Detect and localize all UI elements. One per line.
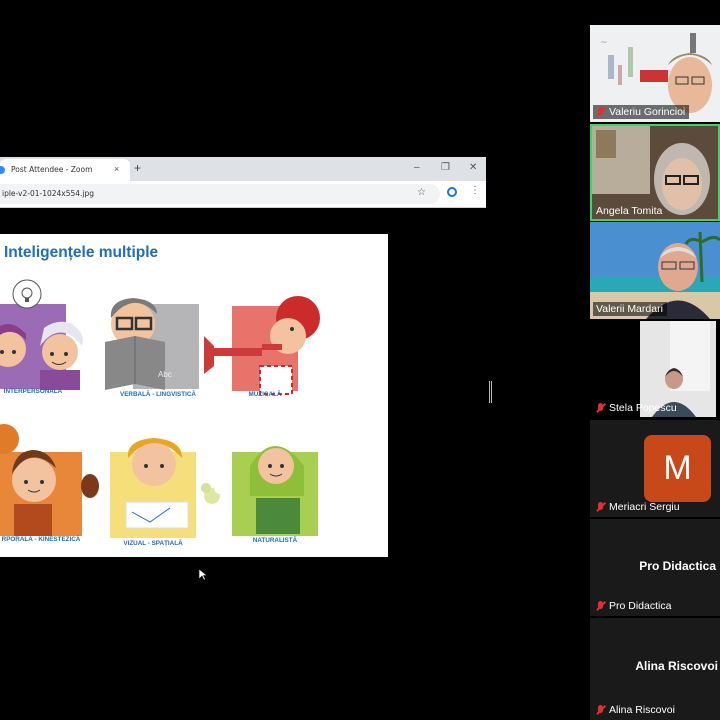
restore-button[interactable]: ❐	[441, 162, 450, 173]
panel-verbal: Abc VERBALĂ - LINGVISTICĂ	[105, 292, 205, 400]
caption-naturalist: NATURALISTĂ	[252, 537, 298, 544]
participant-tile-valerii[interactable]: Valerii Mardari	[590, 222, 720, 319]
book-label: Abc	[158, 370, 172, 379]
panel-naturalist: NATURALISTĂ	[200, 426, 330, 548]
participant-name: Stela Popescu	[609, 402, 677, 414]
shared-browser-window: Post Attendee - Zoom × + – ❐ ✕ iple-v2-0…	[0, 157, 486, 208]
participant-tile-valeriu[interactable]: ~ Valeriu Gorincioi	[590, 25, 720, 122]
panel-musical: MUZICALĂ	[200, 296, 330, 400]
participant-name-tag: Pro Didactica	[593, 599, 675, 613]
interpersonal-illustration	[0, 279, 83, 390]
caption-interpersonal: INTERPERSONALĂ	[3, 388, 63, 395]
zoom-favicon-icon	[0, 166, 5, 174]
shared-slide-image: Inteligențele multiple INTERPERSONALĂ Ab…	[0, 234, 388, 557]
resize-handle[interactable]	[489, 381, 492, 403]
participant-name: Pro Didactica	[609, 600, 672, 612]
muted-mic-icon	[596, 600, 605, 612]
participant-name: Valeriu Gorincioi	[609, 106, 686, 118]
tab-close-icon[interactable]: ×	[114, 164, 119, 174]
caption-musical: MUZICALĂ	[248, 391, 282, 398]
mouse-cursor-icon	[199, 569, 207, 581]
participant-name-tag: Angela Tomita	[593, 204, 666, 218]
musical-illustration	[204, 296, 320, 395]
participant-name-tag: Alina Riscovoi	[593, 703, 679, 717]
slide-title: Inteligențele multiple	[4, 244, 159, 261]
profile-icon[interactable]	[447, 187, 457, 197]
verbal-illustration	[105, 298, 165, 390]
close-window-button[interactable]: ✕	[469, 162, 477, 173]
bookmark-star-icon[interactable]: ☆	[417, 187, 426, 198]
address-bar[interactable]: iple-v2-01-1024x554.jpg ☆	[0, 184, 440, 204]
participant-name-tag: Valeriu Gorincioi	[593, 105, 690, 119]
muted-mic-icon	[596, 501, 605, 513]
participant-name-tag: Meriacri Sergiu	[593, 500, 684, 514]
panel-interpersonal: INTERPERSONALĂ	[0, 274, 100, 396]
naturalist-illustration	[201, 446, 304, 534]
participant-tile-meriacri[interactable]: M Meriacri Sergiu	[590, 420, 720, 517]
new-tab-button[interactable]: +	[134, 161, 141, 175]
address-bar-row: iple-v2-01-1024x554.jpg ☆ ⋮	[0, 181, 486, 208]
caption-verbal: VERBALĂ - LINGVISTICĂ	[120, 391, 196, 398]
participant-display-name: Alina Riscovoi	[635, 659, 718, 673]
browser-menu-icon[interactable]: ⋮	[470, 185, 480, 196]
caption-visual: VIZUAL - SPAȚIALĂ	[123, 540, 183, 547]
participant-name: Angela Tomita	[596, 205, 663, 217]
url-text: iple-v2-01-1024x554.jpg	[2, 189, 95, 198]
panel-kinesthetic: RPORALĂ - KINESTEZICĂ	[0, 424, 100, 548]
muted-mic-icon	[596, 106, 605, 118]
browser-tab-bar: Post Attendee - Zoom × + – ❐ ✕	[0, 157, 486, 181]
participant-tile-alina[interactable]: Alina Riscovoi Alina Riscovoi	[590, 618, 720, 720]
participant-tile-pro-didactica[interactable]: Pro Didactica Pro Didactica	[590, 519, 720, 616]
participant-name-tag: Stela Popescu	[593, 401, 681, 415]
svg-text:~: ~	[600, 38, 608, 48]
muted-mic-icon	[596, 402, 605, 414]
visual-illustration	[125, 438, 189, 529]
participant-tile-stela[interactable]: Stela Popescu	[590, 321, 720, 418]
kinesthetic-illustration	[0, 424, 99, 536]
participant-tile-angela[interactable]: Angela Tomita	[590, 124, 720, 221]
participant-name: Valerii Mardari	[596, 303, 663, 315]
participant-name: Meriacri Sergiu	[609, 501, 680, 513]
tab-title: Post Attendee - Zoom	[11, 165, 93, 174]
participant-display-name: Pro Didactica	[639, 559, 716, 573]
muted-mic-icon	[596, 704, 605, 716]
zoom-meeting-window: Post Attendee - Zoom × + – ❐ ✕ iple-v2-0…	[0, 0, 720, 720]
participant-name: Alina Riscovoi	[609, 704, 675, 716]
avatar: M	[644, 435, 711, 502]
minimize-button[interactable]: –	[414, 162, 420, 173]
caption-kinesthetic: RPORALĂ - KINESTEZICĂ	[1, 536, 81, 543]
browser-tab[interactable]: Post Attendee - Zoom ×	[0, 159, 130, 181]
participant-name-tag: Valerii Mardari	[593, 302, 667, 316]
panel-visual: VIZUAL - SPAȚIALĂ	[110, 432, 210, 548]
